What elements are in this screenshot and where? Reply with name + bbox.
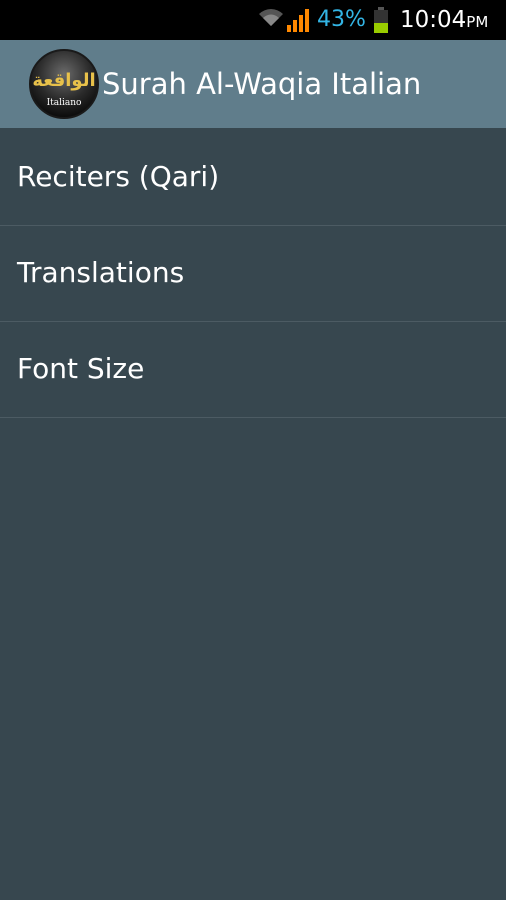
menu-item-font-size[interactable]: Font Size (0, 322, 506, 418)
clock-ampm: PM (466, 13, 489, 31)
menu-item-reciters[interactable]: Reciters (Qari) (0, 130, 506, 226)
menu-item-translations[interactable]: Translations (0, 226, 506, 322)
battery-icon (374, 7, 388, 33)
battery-percent: 43% (317, 7, 366, 32)
logo-arabic-text: الواقعة (32, 70, 95, 91)
menu-item-label: Font Size (17, 352, 145, 385)
menu-item-label: Reciters (Qari) (17, 160, 220, 193)
logo-caption: Italiano (47, 98, 82, 108)
clock: 10:04PM (400, 6, 488, 36)
app-title: Surah Al-Waqia Italian (102, 67, 422, 101)
app-bar: الواقعة Italiano Surah Al-Waqia Italian (0, 40, 506, 128)
clock-time: 10:04 (400, 7, 467, 33)
wifi-icon (259, 9, 283, 26)
settings-menu: Reciters (Qari) Translations Font Size (0, 130, 506, 418)
status-bar: 43% 10:04PM (0, 0, 506, 40)
app-logo-icon[interactable]: الواقعة Italiano (28, 48, 100, 120)
menu-item-label: Translations (17, 256, 185, 289)
signal-icon (287, 9, 309, 32)
